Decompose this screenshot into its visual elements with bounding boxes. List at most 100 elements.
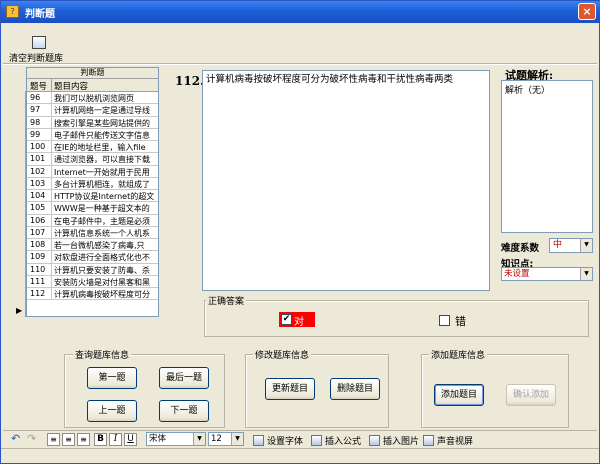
bold-button[interactable]: B: [94, 433, 107, 446]
row-id: 98: [30, 117, 41, 127]
underline-button[interactable]: U: [124, 433, 137, 446]
font-icon: [253, 435, 264, 446]
row-content: 我们可以脱机浏览网页: [54, 94, 134, 103]
answer-true-checkbox[interactable]: ✔: [281, 314, 292, 325]
table-row[interactable]: 98 搜索引擎是某些网站提供的: [27, 116, 158, 129]
editor-toolbar: ↶ ↷ ≡ ≡ ≡ B I U 宋体 ▼ 12 ▼ 设置字体 插入公式 插入图片…: [3, 430, 597, 447]
row-id: 104: [30, 191, 46, 200]
chevron-down-icon[interactable]: ▼: [580, 268, 592, 280]
question-list-grid[interactable]: 判断题 题号 题目内容 96 我们可以脱机浏览网页 97 计算机网络一定是通过导线 98…: [26, 67, 159, 317]
question-text-editor[interactable]: 计算机病毒按破坏程度可分为破坏性病毒和干扰性病毒两类: [202, 70, 490, 291]
chevron-down-icon[interactable]: ▼: [231, 433, 243, 445]
media-icon: [423, 435, 434, 446]
answer-false-checkbox[interactable]: [439, 315, 450, 326]
first-question-button[interactable]: 第一题: [87, 367, 137, 389]
chevron-down-icon[interactable]: ▼: [193, 433, 205, 445]
last-question-button[interactable]: 最后一题: [159, 367, 209, 389]
row-content: HTTP协议是Internet的超文: [54, 192, 155, 201]
row-selector-column: [16, 91, 26, 317]
table-row[interactable]: 100 在IE的地址栏里，输入file: [27, 141, 158, 154]
table-row[interactable]: 109 对软盘进行全面格式化也不: [27, 251, 158, 264]
row-id: 106: [30, 215, 46, 225]
difficulty-value: 中: [553, 240, 563, 250]
table-row[interactable]: 106 在电子邮件中，主题是必须: [27, 214, 158, 227]
update-question-button[interactable]: 更新题目: [265, 378, 315, 400]
table-row[interactable]: 97 计算机网络一定是通过导线: [27, 104, 158, 117]
chevron-down-icon[interactable]: ▼: [580, 239, 592, 252]
question-number: 112.: [175, 74, 205, 88]
font-value: 宋体: [149, 434, 167, 444]
table-row[interactable]: 107 计算机信息系统一个人机系: [27, 226, 158, 239]
row-id: 103: [30, 178, 46, 188]
redo-icon[interactable]: ↷: [27, 432, 36, 445]
table-row[interactable]: 103 多台计算机相连，就组成了: [27, 177, 158, 190]
align-left-icon[interactable]: ≡: [47, 433, 60, 446]
set-font-button[interactable]: 设置字体: [253, 434, 303, 447]
table-row[interactable]: 112 计算机病毒按破坏程度可分: [27, 288, 158, 301]
answer-group: [204, 300, 589, 337]
status-bar: [1, 448, 599, 463]
table-row[interactable]: 108 若一台微机感染了病毒,只: [27, 239, 158, 252]
query-legend: 查询题库信息: [73, 348, 132, 361]
undo-icon[interactable]: ↶: [11, 432, 20, 445]
window-title: 判断题: [25, 9, 55, 20]
knowledge-select[interactable]: 未设置 ▼: [501, 267, 593, 281]
align-center-icon[interactable]: ≡: [62, 433, 75, 446]
edit-legend: 修改题库信息: [253, 348, 312, 361]
row-id: 102: [30, 166, 46, 176]
grid-header: 题号 题目内容: [27, 79, 158, 92]
row-content: 电子邮件只能传送文字信息: [54, 130, 150, 140]
analysis-text-editor[interactable]: 解析（无）: [501, 80, 593, 233]
header-content[interactable]: 题目内容: [54, 80, 88, 92]
row-content: 安装防火墙是对付黑客和黑: [54, 277, 150, 287]
table-row[interactable]: 104 HTTP协议是Internet的超文: [27, 190, 158, 203]
row-id: 105: [30, 203, 46, 213]
difficulty-select[interactable]: 中 ▼: [549, 238, 593, 253]
sound-video-button[interactable]: 声音视屏: [423, 434, 473, 447]
current-row-marker: ▶: [16, 306, 23, 315]
row-id: 100: [30, 142, 46, 151]
close-button[interactable]: ×: [578, 3, 596, 20]
row-content: 多台计算机相连，就组成了: [54, 179, 150, 189]
table-row[interactable]: 99 电子邮件只能传送文字信息: [27, 128, 158, 141]
confirm-add-button[interactable]: 确认添加: [506, 384, 556, 406]
row-id: 101: [30, 154, 46, 164]
align-right-icon[interactable]: ≡: [77, 433, 90, 446]
row-id: 111: [30, 276, 46, 286]
row-content: 通过浏览器，可以直接下载: [54, 155, 150, 165]
row-content: 在电子邮件中，主题是必须: [54, 216, 150, 226]
set-font-label: 设置字体: [267, 437, 304, 447]
table-row[interactable]: 105 WWW是一种基于超文本的: [27, 202, 158, 215]
table-row[interactable]: 110 计算机只要安装了防毒、杀: [27, 263, 158, 276]
delete-question-button[interactable]: 删除题目: [330, 378, 380, 400]
difficulty-label: 难度系数: [501, 243, 540, 254]
row-id: 112: [30, 289, 46, 298]
font-select[interactable]: 宋体 ▼: [146, 432, 206, 446]
row-content: 计算机病毒按破坏程度可分: [54, 290, 150, 299]
quiz-icon: ?: [6, 5, 19, 18]
font-size-select[interactable]: 12 ▼: [208, 432, 244, 446]
sound-video-label: 声音视屏: [437, 437, 474, 447]
insert-formula-button[interactable]: 插入公式: [311, 434, 361, 447]
header-id[interactable]: 题号: [30, 80, 47, 92]
font-size-value: 12: [211, 434, 222, 444]
table-row[interactable]: 111 安装防火墙是对付黑客和黑: [27, 275, 158, 288]
row-content: 计算机只要安装了防毒、杀: [54, 265, 150, 275]
table-row[interactable]: 101 通过浏览器，可以直接下载: [27, 153, 158, 166]
next-question-button[interactable]: 下一题: [159, 400, 209, 422]
insert-image-button[interactable]: 插入图片: [369, 434, 419, 447]
grid-caption: 判断题: [27, 68, 158, 79]
answer-true-label: 对: [294, 317, 304, 328]
answer-true-option[interactable]: ✔ 对: [279, 312, 315, 328]
add-question-button[interactable]: 添加题目: [434, 384, 484, 406]
image-icon: [369, 435, 380, 446]
table-row[interactable]: 102 Internet一开始就用于民用: [27, 165, 158, 178]
row-content: 若一台微机感染了病毒,只: [54, 241, 145, 250]
table-row[interactable]: 96 我们可以脱机浏览网页: [27, 92, 158, 105]
prev-question-button[interactable]: 上一题: [87, 400, 137, 422]
row-id: 99: [30, 129, 41, 139]
formula-icon: [311, 435, 322, 446]
clear-library-button[interactable]: 清空判断题库: [5, 34, 75, 64]
row-id: 110: [30, 264, 46, 274]
italic-button[interactable]: I: [109, 433, 122, 446]
